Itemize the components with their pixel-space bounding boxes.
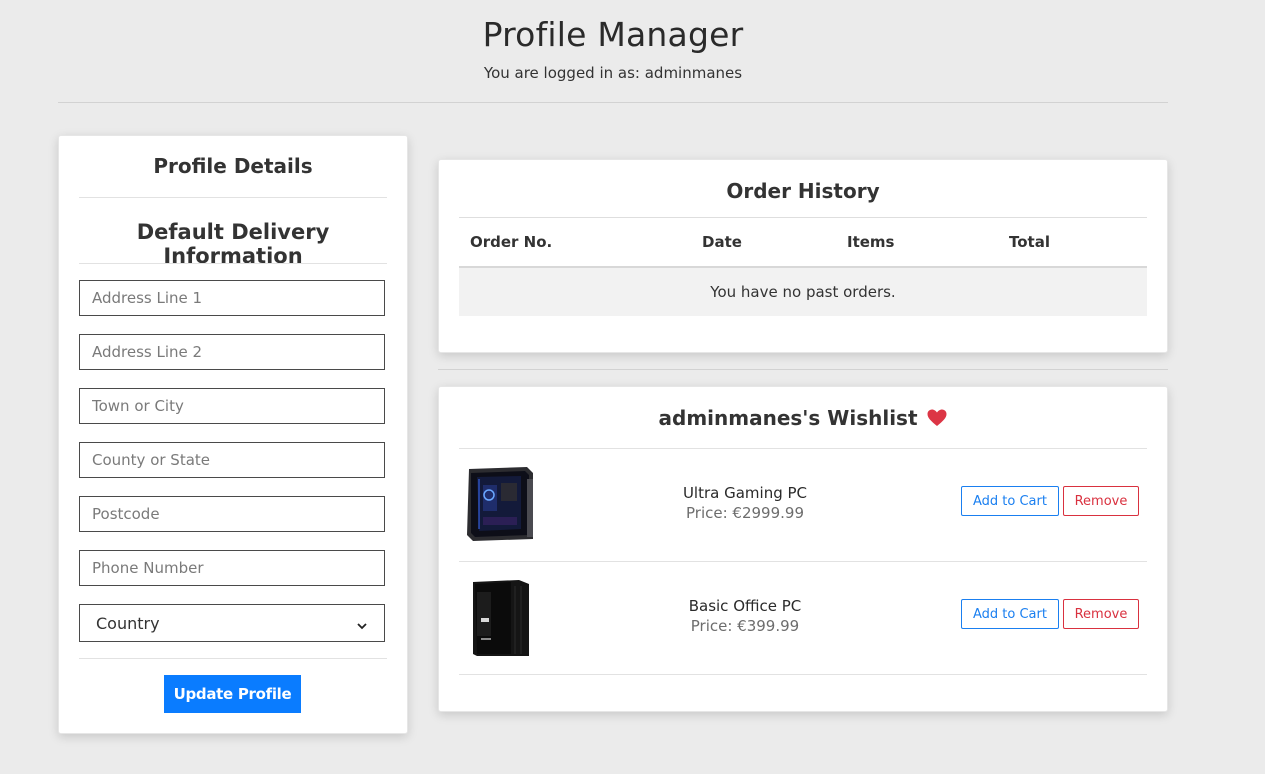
delivery-info-heading: Default Delivery Information xyxy=(136,220,330,268)
order-history-heading: Order History xyxy=(726,179,880,203)
county-state-input[interactable] xyxy=(79,442,385,478)
column-header-date: Date xyxy=(702,233,742,251)
remove-button[interactable]: Remove xyxy=(1063,486,1139,516)
product-price: Price: €399.99 xyxy=(690,617,800,635)
page-header: Profile Manager You are logged in as: ad… xyxy=(58,0,1168,103)
page: Profile Manager You are logged in as: ad… xyxy=(0,0,1265,774)
product-image-office-pc[interactable] xyxy=(463,578,537,658)
update-profile-button[interactable]: Update Profile xyxy=(164,675,301,713)
phone-number-input[interactable] xyxy=(79,550,385,586)
wishlist-item-info: Ultra Gaming PC Price: €2999.99 xyxy=(639,484,851,522)
profile-details-card: Profile Details Default Delivery Informa… xyxy=(58,135,408,734)
add-to-cart-button[interactable]: Add to Cart xyxy=(961,599,1059,629)
table-header-row: Order No. Date Items Total xyxy=(459,217,1147,268)
logged-in-text: You are logged in as: adminmanes xyxy=(483,64,743,82)
country-select-value: Country xyxy=(96,613,160,633)
wishlist-item: Ultra Gaming PC Price: €2999.99 Add to C… xyxy=(459,449,1147,562)
product-name: Basic Office PC xyxy=(688,597,802,615)
divider xyxy=(79,263,387,264)
divider xyxy=(438,369,1168,370)
column-header-total: Total xyxy=(1009,233,1050,251)
column-header-items: Items xyxy=(847,233,895,251)
wishlist-item-info: Basic Office PC Price: €399.99 xyxy=(639,597,851,635)
column-header-order-no: Order No. xyxy=(470,233,553,251)
postcode-input[interactable] xyxy=(79,496,385,532)
country-select[interactable]: Country xyxy=(79,604,385,642)
product-price: Price: €2999.99 xyxy=(686,504,804,522)
product-name: Ultra Gaming PC xyxy=(682,484,808,502)
page-title: Profile Manager xyxy=(482,15,744,54)
chevron-down-icon xyxy=(356,617,368,630)
address-line-1-input[interactable] xyxy=(79,280,385,316)
wishlist-card: adminmanes's Wishlist Ultra Gaming PC Pr… xyxy=(438,386,1168,712)
empty-orders-message: You have no past orders. xyxy=(459,268,1147,316)
remove-button[interactable]: Remove xyxy=(1063,599,1139,629)
wishlist-heading: adminmanes's Wishlist xyxy=(459,406,1147,432)
add-to-cart-button[interactable]: Add to Cart xyxy=(961,486,1059,516)
wishlist-heading-text: adminmanes's Wishlist xyxy=(658,406,918,430)
divider xyxy=(79,658,387,659)
order-history-card: Order History Order No. Date Items Total… xyxy=(438,159,1168,353)
address-line-2-input[interactable] xyxy=(79,334,385,370)
town-city-input[interactable] xyxy=(79,388,385,424)
order-history-table: Order No. Date Items Total You have no p… xyxy=(459,217,1147,316)
divider xyxy=(79,197,387,198)
profile-details-heading: Profile Details xyxy=(153,154,313,178)
heart-icon xyxy=(927,408,947,432)
product-image-gaming-pc[interactable] xyxy=(463,465,537,545)
wishlist-item: Basic Office PC Price: €399.99 Add to Ca… xyxy=(459,562,1147,675)
